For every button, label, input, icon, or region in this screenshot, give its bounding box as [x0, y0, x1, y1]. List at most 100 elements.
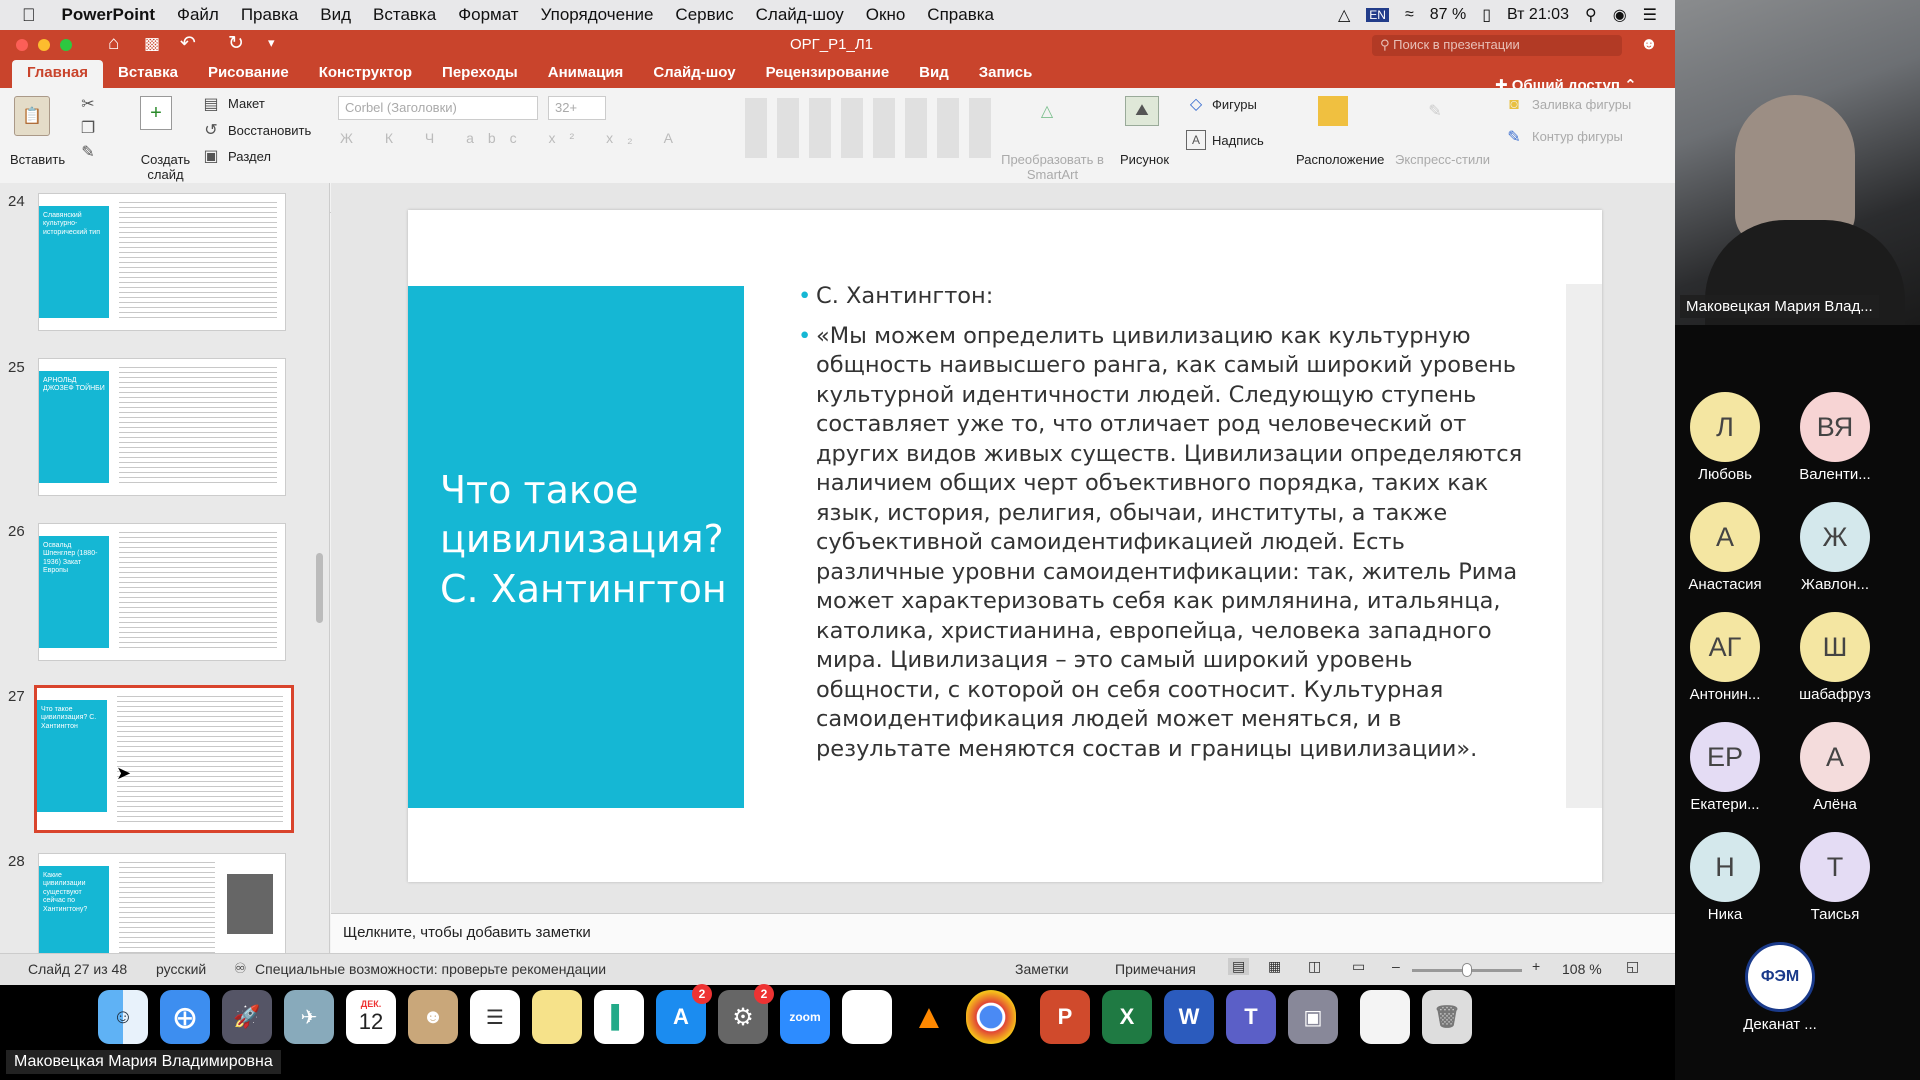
paste-label[interactable]: Вставить [10, 152, 65, 167]
notes-app-icon[interactable] [532, 990, 582, 1044]
slide-body[interactable]: С. Хантингтон: «Мы можем определить циви… [798, 282, 1538, 764]
control-center-icon[interactable]: ☰ [1643, 5, 1657, 25]
section-button[interactable]: Раздел [228, 149, 271, 164]
paste-icon[interactable]: 📋 [14, 96, 50, 136]
slide-thumbnail-26[interactable]: Освальд Шпенглер (1880-1936) Закат Европ… [38, 523, 286, 661]
home-icon[interactable]: ⌂ [108, 33, 119, 55]
minimize-window-button[interactable] [38, 39, 50, 51]
fill-icon[interactable]: ◙ [1505, 96, 1523, 114]
save-icon[interactable]: ▩ [144, 34, 160, 54]
battery-icon[interactable]: ▯ [1482, 5, 1491, 25]
new-slide-icon[interactable]: + [140, 96, 172, 130]
app-store-icon[interactable]: A2 [656, 984, 712, 1044]
menu-tools[interactable]: Сервис [675, 5, 733, 25]
tab-review[interactable]: Рецензирование [751, 60, 905, 88]
participant-tile[interactable]: А Анастасия [1675, 502, 1775, 593]
participant-tile[interactable]: ВЯ Валенти... [1785, 392, 1885, 483]
tab-record[interactable]: Запись [964, 60, 1048, 88]
menu-slideshow[interactable]: Слайд-шоу [756, 5, 844, 25]
shapes-icon[interactable]: ◇ [1186, 94, 1206, 114]
language-flag-icon[interactable]: EN [1366, 8, 1389, 22]
menu-file[interactable]: Файл [177, 5, 219, 25]
powerpoint-icon[interactable]: P [1040, 990, 1090, 1044]
zoom-in-button[interactable]: + [1532, 958, 1540, 974]
language-indicator[interactable]: русский [156, 961, 206, 977]
font-size-select[interactable]: 32+ [548, 96, 606, 120]
participant-tile[interactable]: Шшабафруз [1785, 612, 1885, 703]
speaker-video[interactable]: Маковецкая Мария Влад... [1675, 0, 1920, 325]
tab-insert[interactable]: Вставка [103, 60, 193, 88]
current-slide[interactable]: Что такое цивилизация? С. Хантингтон С. … [408, 210, 1602, 882]
picture-icon[interactable]: ⛰ [1125, 96, 1159, 126]
slide-title[interactable]: Что такое цивилизация? С. Хантингтон [440, 466, 740, 614]
accessibility-icon[interactable]: ♾ [234, 960, 247, 977]
format-painter-icon[interactable]: ✎ [78, 142, 98, 162]
zoom-window-button[interactable] [60, 39, 72, 51]
undo-icon[interactable]: ↶ [180, 32, 196, 55]
participant-tile[interactable]: ФЭМ Деканат ... [1730, 942, 1830, 1033]
downloads-stack-icon[interactable] [1360, 990, 1410, 1044]
app-menu[interactable]: PowerPoint [62, 5, 156, 25]
participant-tile[interactable]: ЕР Екатери... [1675, 722, 1775, 813]
textedit-icon[interactable] [842, 990, 892, 1044]
wifi-icon[interactable]: ≈ [1405, 6, 1414, 24]
participant-tile[interactable]: Н Ника [1675, 832, 1775, 923]
slide-thumbnail-27-selected[interactable]: Что такое цивилизация? С. Хантингтон [34, 685, 294, 833]
tab-design[interactable]: Конструктор [304, 60, 427, 88]
apple-icon[interactable]:  [22, 5, 36, 26]
font-name-select[interactable]: Corbel (Заголовки) [338, 96, 538, 120]
outline-icon[interactable]: ✎ [1505, 128, 1523, 146]
vlc-icon[interactable]: ▲ [904, 990, 954, 1044]
search-box[interactable]: ⚲ Поиск в презентации [1372, 35, 1622, 56]
contacts-icon[interactable]: ☻ [408, 990, 458, 1044]
textbox-button[interactable]: Надпись [1212, 133, 1264, 148]
notes-toggle[interactable]: Заметки [1015, 961, 1069, 977]
fill-button[interactable]: Заливка фигуры [1532, 97, 1631, 112]
textbox-icon[interactable]: A [1186, 130, 1206, 150]
finder-icon[interactable]: ☺ [98, 990, 148, 1044]
fit-slide-icon[interactable]: ◱ [1626, 958, 1639, 975]
arrange-label[interactable]: Расположение [1296, 152, 1384, 167]
section-icon[interactable]: ▣ [202, 148, 220, 165]
menu-format[interactable]: Формат [458, 5, 518, 25]
sorter-view-icon[interactable]: ▦ [1268, 958, 1281, 975]
slide-thumbnail-24[interactable]: Славянский культурно-исторический тип [38, 193, 286, 331]
clock[interactable]: Вт 21:03 [1507, 6, 1569, 24]
excel-icon[interactable]: X [1102, 990, 1152, 1044]
participant-tile[interactable]: А Алёна [1785, 722, 1885, 813]
layout-icon[interactable]: ▤ [202, 96, 220, 113]
reading-view-icon[interactable]: ◫ [1308, 958, 1321, 975]
menu-window[interactable]: Окно [866, 5, 906, 25]
normal-view-icon[interactable]: ▤ [1228, 958, 1250, 975]
quick-styles-icon[interactable]: ✎ [1420, 96, 1450, 126]
paragraph-buttons[interactable] [745, 98, 995, 158]
redo-icon[interactable]: ↻ [228, 32, 244, 55]
comments-toggle[interactable]: Примечания [1115, 961, 1196, 977]
layout-button[interactable]: Макет [228, 96, 265, 111]
participant-tile[interactable]: Т Таисья [1785, 832, 1885, 923]
menu-view[interactable]: Вид [320, 5, 351, 25]
battery-percent[interactable]: 87 % [1430, 6, 1466, 24]
customize-toolbar-icon[interactable]: ▾ [268, 35, 275, 51]
outline-button[interactable]: Контур фигуры [1532, 129, 1623, 144]
shapes-button[interactable]: Фигуры [1212, 97, 1257, 112]
slide-thumbnail-25[interactable]: АРНОЛЬД ДЖОЗЕФ ТОЙНБИ [38, 358, 286, 496]
siri-icon[interactable]: ◉ [1613, 5, 1627, 25]
copy-icon[interactable]: ❐ [78, 118, 98, 138]
safari-icon[interactable]: ⨁ [160, 990, 210, 1044]
menu-arrange[interactable]: Упорядочение [541, 5, 654, 25]
reset-button[interactable]: Восстановить [228, 123, 311, 138]
thumb-scrollbar[interactable] [316, 553, 323, 623]
zoom-app-icon[interactable]: zoom [780, 990, 830, 1044]
bullet-author[interactable]: С. Хантингтон: [798, 282, 1538, 312]
tab-animations[interactable]: Анимация [533, 60, 639, 88]
slide-thumbnail-pane[interactable]: 24 Славянский культурно-исторический тип… [0, 183, 330, 953]
tab-slideshow[interactable]: Слайд-шоу [638, 60, 750, 88]
zoom-level[interactable]: 108 % [1562, 961, 1602, 977]
zoom-out-button[interactable]: – [1392, 958, 1400, 974]
system-preferences-icon[interactable]: ⚙ 2 [718, 984, 774, 1044]
tab-transitions[interactable]: Переходы [427, 60, 533, 88]
slide-title-block[interactable]: Что такое цивилизация? С. Хантингтон [408, 286, 744, 808]
quick-styles-label[interactable]: Экспресс-стили [1395, 152, 1490, 167]
tab-home[interactable]: Главная [12, 60, 104, 88]
